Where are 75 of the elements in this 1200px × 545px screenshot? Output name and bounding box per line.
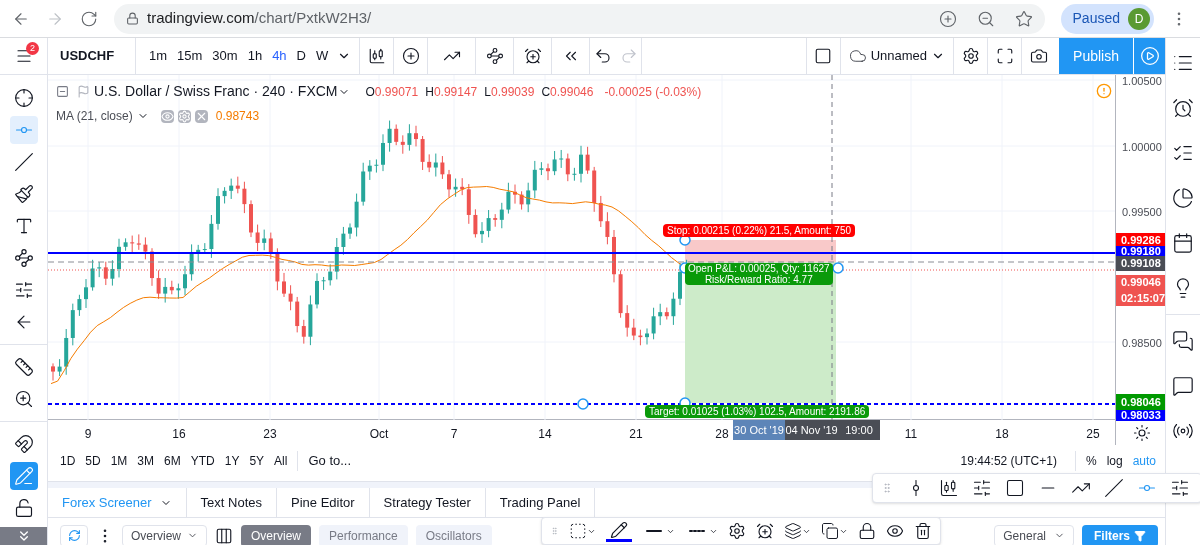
interval-button[interactable]: 1h [242,46,268,66]
clock-text: 19:44:52 (UTC+1) [960,453,1057,470]
ohlc-value: 0.99147 [433,83,478,101]
price-badge: 0.99286 [1116,233,1168,247]
url-host: tradingview.com [147,8,255,29]
time-tick: 21 [629,426,643,443]
time-tick: 23 [263,426,277,443]
profile-button[interactable]: Paused D [1060,3,1154,34]
price-tick: 1.00500 [1122,74,1162,89]
time-tick: 9 [84,426,92,443]
range-button[interactable]: All [274,452,288,470]
panel-tab[interactable]: Pine Editor [277,488,370,517]
interval-button[interactable]: 15m [172,46,208,66]
symbol-button[interactable]: USDCHF [48,38,136,74]
ohlc-value: 0.99039 [491,83,535,101]
view-tab[interactable]: Oscillators [415,524,492,545]
ohlc-key: L [484,82,491,101]
time-badge: 19:00 [838,420,880,440]
time-tick: 16 [172,426,186,443]
range-button[interactable]: 6M [164,452,181,470]
interval-button[interactable]: 4h [267,46,292,66]
scale-option[interactable]: log [1106,452,1123,470]
panel-tab[interactable]: Text Notes [186,488,277,517]
price-tick: 0.98500 [1122,336,1162,351]
range-button[interactable]: 3M [137,452,155,470]
price-badge: 0.99108 [1116,256,1168,271]
time-badge: 30 Oct '19 [733,420,785,440]
notification-badge: 2 [26,42,39,55]
price-badge: 0.98046 [1116,394,1168,410]
time-tick: 7 [450,426,458,443]
interval-button[interactable]: 30m [207,46,243,66]
indicator-label[interactable]: MA (21, close) [56,107,133,125]
avatar: D [1128,7,1150,30]
pnl-label: Open P&L: 0.00025, Qty: 11627 Risk/Reward Ratio: 4.77 [685,263,833,285]
interval-button[interactable]: W [311,46,334,66]
ohlc-value: 0.99046 [550,83,594,101]
time-tick: 14 [538,426,552,443]
view-tab[interactable]: Overview [241,524,311,545]
address-bar[interactable]: tradingview.com/chart/PxtkW2H3/ [114,3,1045,34]
scale-option[interactable]: % [1085,452,1097,470]
range-button[interactable]: 1D [60,452,76,470]
price-badge: 0.98033 [1116,410,1168,421]
price-tick: 1.00000 [1122,140,1162,155]
interval-button[interactable]: D [291,46,311,66]
target-label: Target: 0.01025 (1.03%) 102.5, Amount: 2191.86 [645,405,870,418]
range-button[interactable]: 1M [110,452,128,470]
price-badge: 0.99046 [1116,275,1168,290]
ohlc-key: H [425,82,434,101]
time-badge: 04 Nov '19 [785,420,838,440]
ohlc-key: C [541,82,551,101]
interval-button[interactable]: 1m [144,46,173,66]
price-badge: 02:15:07 [1116,290,1168,306]
goto-button[interactable]: Go to... [308,451,352,471]
time-tick: 18 [995,426,1009,443]
time-tick: Oct [369,426,389,443]
ohlc-key: O [365,82,375,101]
indicator-value: 0.98743 [215,108,260,125]
layout-button[interactable]: Unnamed [839,38,954,74]
view-tab[interactable]: Performance [319,524,408,545]
time-tick: 25 [1086,426,1100,443]
time-tick: 28 [715,426,729,443]
panel-tab[interactable]: Strategy Tester [369,488,486,517]
range-button[interactable]: 5Y [249,452,265,470]
range-button[interactable]: 1Y [224,452,240,470]
range-button[interactable]: 5D [85,452,101,470]
view-select[interactable]: Overview [122,524,207,545]
range-button[interactable]: YTD [190,452,215,470]
time-tick: 11 [904,426,918,443]
general-select[interactable]: General [994,524,1074,545]
price-tick: 0.99500 [1122,205,1162,220]
change-value: -0.00025 (-0.03%) [604,83,702,101]
url-path: /chart/PxtkW2H3/ [254,8,372,29]
ohlc-value: 0.99071 [374,83,419,101]
symbol-title[interactable]: U.S. Dollar / Swiss Franc · 240 · FXCM [94,81,338,102]
stop-label: Stop: 0.00215 (0.22%) 21.5, Amount: 750 [663,224,856,237]
